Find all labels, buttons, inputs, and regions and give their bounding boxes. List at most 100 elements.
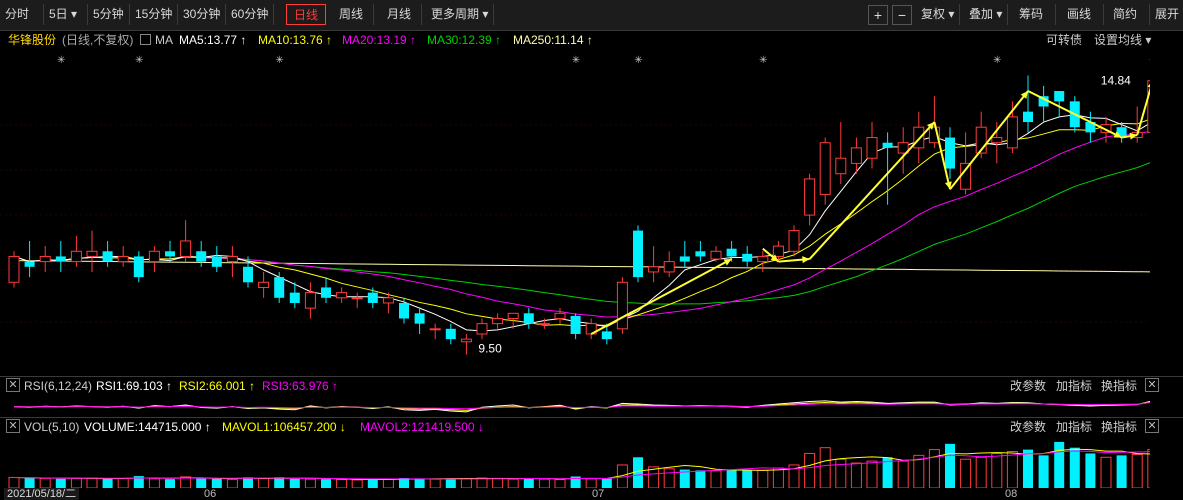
volume-bar [165,479,175,488]
tab-30min[interactable]: 30分钟 [178,4,226,25]
candle [1147,80,1150,133]
volume-bar [1006,451,1018,488]
candle-body [788,230,800,252]
candle-body [476,323,488,335]
convertible-bond-link[interactable]: 可转债 [1046,30,1082,50]
candle [180,220,192,262]
date-axis: 2021/05/18/二 06 07 08 [0,488,1183,500]
candle-body [882,142,893,148]
candle [8,251,20,288]
volume-bar [429,478,441,488]
event-marker-icon: ✳ [135,55,143,66]
tab-60min[interactable]: 60分钟 [226,4,274,25]
ma5-value: MA5:13.77 ↑ [179,33,247,47]
tab-5day[interactable]: 5日 ▾ [44,4,88,25]
ma30-line [13,162,1150,305]
volume-bar [585,478,597,488]
mavol2-value: MAVOL2:121419.500 ↓ [360,420,484,434]
volume-bar [772,467,784,488]
candle [70,235,82,267]
candle [414,308,425,334]
zoom-out-button[interactable]: − [892,5,912,25]
candle [991,122,1003,164]
rsi-add-indicator-button[interactable]: 加指标 [1056,377,1092,395]
volume-bar [742,469,753,488]
rsi-switch-indicator-button[interactable]: 换指标 [1101,377,1137,395]
volume-bar [476,477,488,488]
candle [710,246,722,262]
candle [1085,111,1096,143]
candle-body [866,137,878,159]
vol-change-params-button[interactable]: 改参数 [1010,418,1046,436]
vol-close-icon[interactable]: ✕ [1145,419,1159,433]
vol-add-indicator-button[interactable]: 加指标 [1056,418,1092,436]
candle-body [601,331,612,340]
candle [897,127,909,174]
candle [24,240,35,278]
tab-15min[interactable]: 15分钟 [130,4,178,25]
tab-timeshare[interactable]: 分时 [0,4,44,25]
simple-mode-button[interactable]: 简约 [1108,4,1150,25]
candle [726,240,737,262]
ma20-line [13,130,1150,318]
candle [274,271,285,303]
volume-bar [86,477,98,488]
ma-settings-icon[interactable] [140,34,151,45]
tab-monthly[interactable]: 月线 [382,4,422,25]
volume-bar [24,478,35,488]
chips-button[interactable]: 筹码 [1014,4,1056,25]
candle-body [133,256,144,278]
candle-body [523,313,534,324]
volume-bar [55,478,66,488]
candle [585,318,597,340]
zoom-in-button[interactable]: + [868,5,888,25]
candle [102,240,113,267]
candle-body [289,292,300,303]
candle-body [538,323,550,326]
volume-bar [39,477,51,488]
candle [866,122,878,169]
candlestick-chart[interactable]: ✳✳✳✳✳✳✳✳✳ 14.84 9.50 [0,50,1150,375]
volume-bar [1085,453,1096,488]
candle [399,297,409,324]
candle [492,313,504,329]
candle [39,246,51,272]
overlay-dropdown[interactable]: 叠加 ▾ [964,4,1008,25]
rsi-change-params-button[interactable]: 改参数 [1010,377,1046,395]
volume-bar [1054,441,1065,488]
candle [616,277,628,334]
volume-bar [897,460,909,488]
candle [304,282,316,319]
candle-body [679,256,690,262]
more-periods-dropdown[interactable]: 更多周期 ▾ [426,4,494,25]
candle-body [148,250,160,263]
ma20-value: MA20:13.19 ↑ [342,33,417,47]
draw-line-button[interactable]: 画线 [1062,4,1104,25]
vol-switch-indicator-button[interactable]: 换指标 [1101,418,1137,436]
volume-bar [70,477,82,488]
set-ma-dropdown[interactable]: 设置均线 ▾ [1094,30,1151,50]
candle-body [695,251,706,257]
candle-body [39,255,51,263]
candle [633,225,643,283]
volume-bar [1038,455,1049,488]
rsi-close-icon[interactable]: ✕ [1145,378,1159,392]
adjust-rights-dropdown[interactable]: 复权 ▾ [916,4,960,25]
candle-body [274,277,285,298]
tab-5min[interactable]: 5分钟 [88,4,130,25]
candle-body [460,338,472,343]
volume-bar [351,479,363,488]
candle-body [648,266,660,273]
candle-body [24,261,35,267]
vol-panel-close-icon[interactable]: ✕ [6,419,20,433]
candle-body [211,256,222,267]
tab-weekly[interactable]: 周线 [334,4,374,25]
candle-body [86,250,98,257]
candle-body [336,292,348,299]
candle [321,277,331,303]
rsi-panel-close-icon[interactable]: ✕ [6,378,20,392]
expand-button[interactable]: 展开 [1150,4,1183,25]
volume-bar [757,469,769,488]
tab-daily[interactable]: 日线 [286,4,326,25]
volume-value: VOLUME:144715.000 ↑ [84,420,211,434]
